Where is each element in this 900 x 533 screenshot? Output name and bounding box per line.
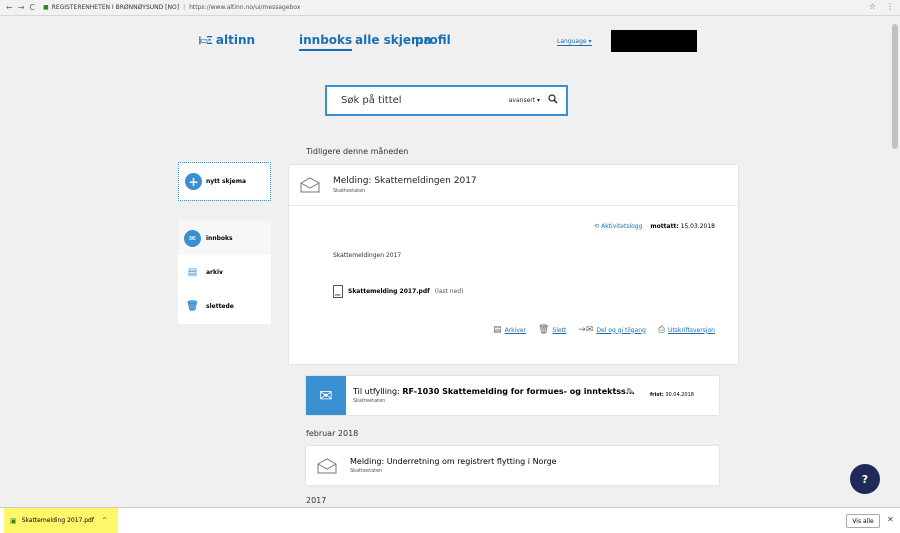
tab-profil[interactable]: profil — [415, 33, 451, 47]
section-earlier-this-month: Tidligere denne måneden — [306, 147, 409, 156]
delete-label: Slett — [552, 326, 567, 334]
pdf-file-icon: PDF — [333, 285, 343, 298]
url-separator: | — [183, 4, 186, 11]
received-label: mottatt: — [650, 223, 679, 230]
print-label: Utskriftsversjon — [668, 326, 715, 334]
altinn-logo-icon: ⁞▭Ξ — [198, 33, 213, 47]
sidebar-item-label: innboks — [206, 234, 233, 242]
due-label: frist: — [650, 392, 664, 398]
top-navigation: ⁞▭Ξ altinn innboks alle skjema profil La… — [0, 30, 890, 54]
message-sender: Skatteetaten — [350, 468, 383, 474]
print-button[interactable]: ⎙ Utskriftsversjon — [658, 325, 715, 335]
share-icon: →✉ — [578, 325, 594, 335]
expanded-message-card: Melding: Skattemeldingen 2017 Skatteetat… — [289, 165, 738, 364]
close-icon[interactable]: ✕ — [887, 515, 894, 524]
search-box[interactable]: Søk på tittel avansert ▾ — [325, 85, 568, 116]
new-form-label: nytt skjema — [206, 178, 246, 185]
download-item[interactable]: ▣ Skattemelding 2017.pdf ^ — [4, 508, 118, 533]
section-february-2018: februar 2018 — [306, 429, 359, 438]
history-icon: ⟲ — [594, 223, 600, 230]
archive-icon: ▤ — [493, 325, 502, 335]
download-filename: Skattemelding 2017.pdf — [21, 517, 94, 524]
redacted-user-box[interactable] — [611, 30, 697, 52]
task-title: RF-1030 Skattemelding for formues- og in… — [402, 387, 635, 396]
delete-button[interactable]: 🗑 Slett — [538, 325, 566, 335]
advanced-search-toggle[interactable]: avansert ▾ — [509, 97, 540, 104]
due-date: 30.04.2018 — [665, 392, 694, 398]
share-label: Del og gi tilgang — [596, 326, 646, 334]
activity-log-link[interactable]: ⟲ Aktivitetslogg — [594, 223, 642, 230]
message-card[interactable]: Melding: Underretning om registrert flyt… — [306, 446, 719, 485]
edit-icon[interactable]: ✎ — [626, 387, 634, 398]
tab-innboks[interactable]: innboks — [299, 33, 353, 51]
pdf-file-icon: ▣ — [10, 516, 17, 525]
lock-icon: ■ — [43, 4, 49, 11]
chevron-up-icon[interactable]: ^ — [102, 517, 107, 524]
reload-icon[interactable]: C — [29, 3, 35, 12]
task-sender: Skatteetaten — [353, 398, 386, 404]
section-2017: 2017 — [306, 496, 327, 505]
message-actions: ▤ Arkiver 🗑 Slett →✉ Del og gi tilgang ⎙… — [493, 325, 715, 335]
message-meta: ⟲ Aktivitetslogg mottatt: 15.03.2018 — [594, 223, 715, 230]
envelope-icon: ✉ — [306, 376, 346, 415]
sidebar-item-label: slettede — [206, 302, 234, 310]
download-link[interactable]: (last ned) — [435, 288, 464, 295]
address-bar[interactable]: https://www.altinn.no/ui/messagebox — [189, 4, 300, 11]
forward-icon[interactable]: → — [18, 3, 25, 12]
download-bar: ▣ Skattemelding 2017.pdf ^ Vis alle ✕ — [0, 507, 900, 533]
message-header[interactable]: Melding: Skattemeldingen 2017 Skatteetat… — [289, 165, 738, 206]
message-sender: Skatteetaten — [333, 188, 366, 194]
sidebar-item-innboks[interactable]: ✉ innboks — [178, 221, 271, 255]
show-all-downloads-button[interactable]: Vis alle — [846, 514, 880, 528]
browser-menu-icon[interactable]: ⋮ — [886, 2, 894, 11]
language-selector[interactable]: Language ▾ — [557, 38, 592, 46]
print-icon: ⎙ — [657, 325, 666, 335]
help-button[interactable]: ? — [850, 464, 880, 494]
trash-icon: 🗑 — [186, 300, 199, 312]
new-form-button[interactable]: + nytt skjema — [178, 162, 271, 201]
message-title: Melding: Underretning om registrert flyt… — [350, 457, 557, 466]
envelope-open-icon — [297, 175, 323, 195]
archive-button[interactable]: ▤ Arkiver — [493, 325, 526, 335]
activity-log-label: Aktivitetslogg — [601, 223, 643, 230]
sidebar-item-slettede[interactable]: 🗑 slettede — [178, 289, 271, 323]
task-prefix: Til utfylling: — [353, 387, 400, 396]
browser-toolbar: ← → C ■ REGISTERENHETEN I BRØNNØYSUND [N… — [0, 0, 900, 16]
archive-icon: ▤ — [187, 266, 198, 278]
plus-icon: + — [185, 173, 202, 190]
sidebar-item-label: arkiv — [206, 268, 223, 276]
envelope-icon: ✉ — [184, 229, 201, 247]
search-icon[interactable] — [548, 94, 558, 107]
logo-text: altinn — [215, 33, 256, 47]
share-button[interactable]: →✉ Del og gi tilgang — [578, 325, 646, 335]
archive-label: Arkiver — [504, 326, 526, 334]
message-title: Melding: Skattemeldingen 2017 — [333, 176, 477, 186]
back-icon[interactable]: ← — [6, 3, 13, 12]
task-due: frist: 30.04.2018 — [650, 392, 694, 398]
scrollbar-thumb[interactable] — [892, 24, 898, 149]
received-date: 15.03.2018 — [680, 223, 715, 230]
sidebar-menu: ✉ innboks ▤ arkiv 🗑 slettede — [178, 221, 271, 324]
attachment-filename[interactable]: Skattemelding 2017.pdf — [348, 288, 430, 295]
search-input[interactable]: Søk på tittel — [341, 95, 509, 106]
sidebar-item-arkiv[interactable]: ▤ arkiv — [178, 255, 271, 289]
envelope-open-icon — [314, 456, 340, 476]
site-identity: REGISTERENHETEN I BRØNNØYSUND [NO] — [51, 4, 180, 11]
attachment[interactable]: PDF Skattemelding 2017.pdf (last ned) — [333, 285, 463, 298]
trash-icon: 🗑 — [537, 325, 550, 335]
altinn-logo[interactable]: ⁞▭Ξ altinn — [198, 33, 255, 47]
bookmark-star-icon[interactable]: ☆ — [869, 2, 876, 11]
message-body: Skattemeldingen 2017 — [333, 252, 402, 259]
task-card[interactable]: ✉ Til utfylling: RF-1030 Skattemelding f… — [306, 376, 719, 415]
